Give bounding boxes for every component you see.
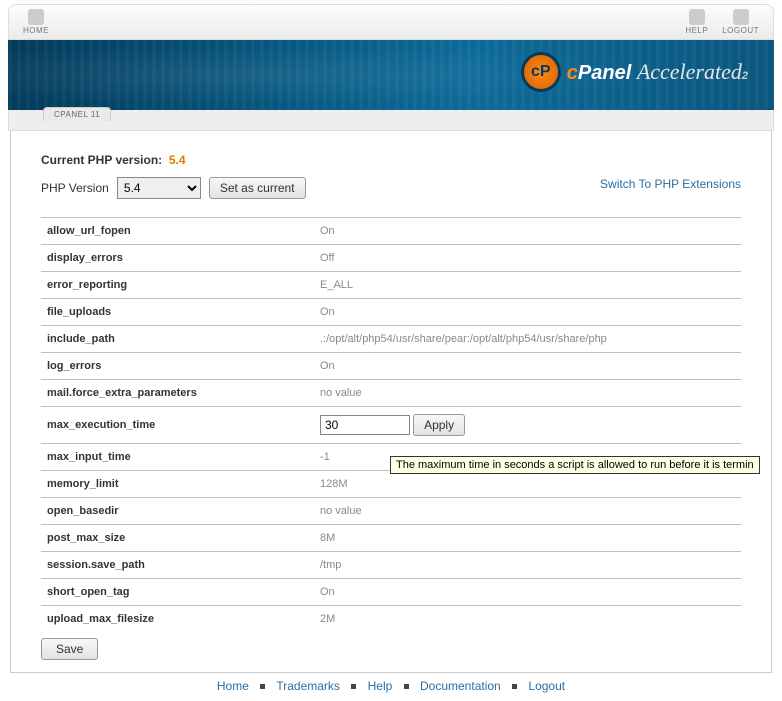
setting-value[interactable]: no value — [320, 387, 362, 399]
setting-key[interactable]: upload_max_filesize — [41, 606, 314, 633]
brand-logo: cP cPanel Accelerated2 — [521, 52, 748, 92]
brand-accel: Accelerated — [637, 59, 742, 84]
setting-value[interactable]: 2M — [320, 613, 335, 625]
table-row: max_execution_time Apply — [41, 407, 741, 444]
table-row: upload_max_filesize 2M — [41, 606, 741, 633]
table-row: open_basedir no value — [41, 498, 741, 525]
home-button[interactable]: HOME — [23, 9, 49, 35]
setting-key[interactable]: post_max_size — [41, 525, 314, 552]
setting-value[interactable]: 128M — [320, 478, 348, 490]
table-row: mail.force_extra_parameters no value — [41, 380, 741, 407]
setting-key[interactable]: max_input_time — [41, 444, 314, 471]
table-row: memory_limit 128M — [41, 471, 741, 498]
separator-icon — [260, 684, 265, 689]
sub-bar: CPANEL 11 — [8, 110, 774, 131]
switch-extensions-link[interactable]: Switch To PHP Extensions — [600, 177, 741, 191]
setting-value-cell: E_ALL — [314, 272, 741, 299]
setting-value[interactable]: E_ALL — [320, 279, 353, 291]
separator-icon — [351, 684, 356, 689]
cpanel-badge-icon: cP — [521, 52, 561, 92]
setting-value-cell: 128M — [314, 471, 741, 498]
setting-key[interactable]: error_reporting — [41, 272, 314, 299]
setting-key[interactable]: file_uploads — [41, 299, 314, 326]
help-icon — [689, 9, 705, 25]
table-row: display_errors Off — [41, 245, 741, 272]
setting-value[interactable]: .:/opt/alt/php54/usr/share/pear:/opt/alt… — [320, 333, 607, 345]
setting-value[interactable]: On — [320, 586, 335, 598]
brand-two: 2 — [742, 70, 748, 82]
setting-value-cell: On — [314, 299, 741, 326]
setting-value-cell: /tmp — [314, 552, 741, 579]
logout-label: LOGOUT — [722, 26, 759, 35]
top-bar: HOME HELP LOGOUT — [8, 4, 774, 40]
setting-value-cell: no value — [314, 380, 741, 407]
tooltip: The maximum time in seconds a script is … — [390, 456, 760, 474]
setting-value-cell: On — [314, 353, 741, 380]
help-label: HELP — [685, 26, 708, 35]
separator-icon — [512, 684, 517, 689]
setting-value[interactable]: On — [320, 306, 335, 318]
table-row: log_errors On — [41, 353, 741, 380]
home-label: HOME — [23, 26, 49, 35]
setting-value[interactable]: On — [320, 225, 335, 237]
brand-panel: Panel — [578, 62, 631, 84]
setting-key[interactable]: open_basedir — [41, 498, 314, 525]
setting-key[interactable]: session.save_path — [41, 552, 314, 579]
current-version-label: Current PHP version: — [41, 153, 162, 167]
setting-key[interactable]: max_execution_time — [41, 407, 314, 444]
current-version-value: 5.4 — [169, 153, 186, 167]
table-row: allow_url_fopen On — [41, 218, 741, 245]
table-row: short_open_tag On — [41, 579, 741, 606]
setting-value[interactable]: -1 — [320, 451, 330, 463]
setting-key[interactable]: log_errors — [41, 353, 314, 380]
logout-button[interactable]: LOGOUT — [722, 9, 759, 35]
settings-table: allow_url_fopen On display_errors Off error_… — [41, 217, 741, 632]
apply-button[interactable]: Apply — [413, 414, 465, 436]
setting-value-cell: .:/opt/alt/php54/usr/share/pear:/opt/alt… — [314, 326, 741, 353]
php-version-select[interactable]: 5.4 — [117, 177, 201, 199]
setting-key[interactable]: mail.force_extra_parameters — [41, 380, 314, 407]
setting-value-cell: 2M — [314, 606, 741, 633]
setting-key[interactable]: display_errors — [41, 245, 314, 272]
setting-key[interactable]: include_path — [41, 326, 314, 353]
setting-value-cell: On — [314, 218, 741, 245]
setting-value-cell: On — [314, 579, 741, 606]
setting-value[interactable]: no value — [320, 505, 362, 517]
footer-help-link[interactable]: Help — [368, 679, 393, 693]
setting-key[interactable]: memory_limit — [41, 471, 314, 498]
php-version-label: PHP Version — [41, 181, 109, 195]
footer-logout-link[interactable]: Logout — [528, 679, 565, 693]
setting-value-cell: no value — [314, 498, 741, 525]
separator-icon — [404, 684, 409, 689]
setting-value-cell: Apply — [314, 407, 741, 444]
setting-value[interactable]: Off — [320, 252, 334, 264]
save-button[interactable]: Save — [41, 638, 98, 660]
setting-value[interactable]: 8M — [320, 532, 335, 544]
table-row: session.save_path/tmp — [41, 552, 741, 579]
help-button[interactable]: HELP — [685, 9, 708, 35]
table-row: file_uploads On — [41, 299, 741, 326]
table-row: include_path .:/opt/alt/php54/usr/share/p… — [41, 326, 741, 353]
setting-value-cell: Off — [314, 245, 741, 272]
home-icon — [28, 9, 44, 25]
setting-key[interactable]: allow_url_fopen — [41, 218, 314, 245]
footer-home-link[interactable]: Home — [217, 679, 249, 693]
setting-value[interactable]: /tmp — [320, 559, 341, 571]
subbar-tab: CPANEL 11 — [43, 107, 111, 121]
setting-value-cell: 8M — [314, 525, 741, 552]
banner: cP cPanel Accelerated2 — [8, 40, 774, 110]
footer-documentation-link[interactable]: Documentation — [420, 679, 501, 693]
current-version-line: Current PHP version: 5.4 — [41, 153, 741, 167]
setting-value[interactable]: On — [320, 360, 335, 372]
table-row: post_max_size 8M — [41, 525, 741, 552]
table-row: error_reporting E_ALL — [41, 272, 741, 299]
setting-value-input[interactable] — [320, 415, 410, 435]
footer-trademarks-link[interactable]: Trademarks — [276, 679, 340, 693]
main-content: Current PHP version: 5.4 PHP Version 5.4… — [10, 131, 772, 673]
setting-key[interactable]: short_open_tag — [41, 579, 314, 606]
set-as-current-button[interactable]: Set as current — [209, 177, 306, 199]
user-icon — [733, 9, 749, 25]
brand-c: c — [567, 62, 578, 84]
footer: Home Trademarks Help Documentation Logou… — [8, 679, 774, 693]
